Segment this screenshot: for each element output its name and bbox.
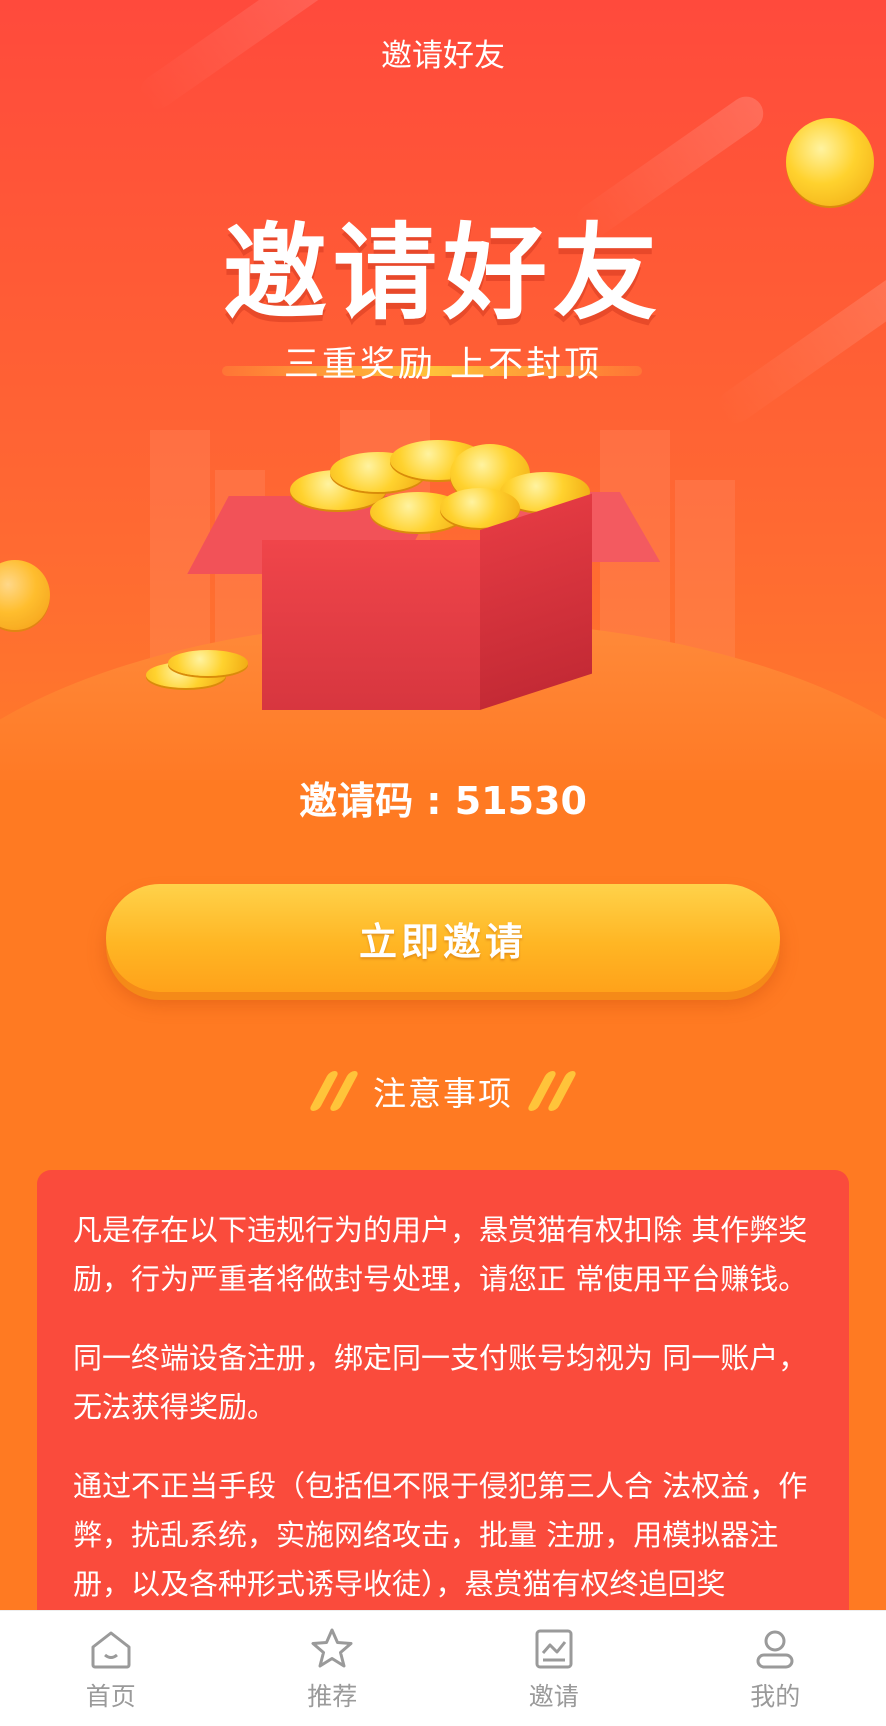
page-title: 邀请好友 [0, 30, 886, 75]
decor-slashes [319, 1071, 349, 1111]
tab-label: 邀请 [529, 1677, 579, 1713]
tab-mine[interactable]: 我的 [665, 1611, 886, 1726]
tab-recommend[interactable]: 推荐 [222, 1611, 444, 1726]
notice-paragraph: 同一终端设备注册，绑定同一支付账号均视为 同一账户，无法获得奖励。 [73, 1334, 813, 1432]
hero-banner [0, 0, 886, 780]
tab-label: 首页 [86, 1677, 136, 1713]
star-icon [308, 1625, 356, 1673]
gift-box-side [480, 494, 592, 710]
gift-box [262, 540, 480, 710]
invite-chart-icon [530, 1625, 578, 1673]
bottom-tab-bar: 首页 推荐 邀请 我的 [0, 1610, 886, 1726]
hero-subheadline: 三重奖励 上不封顶 [0, 336, 886, 387]
decor-slashes [537, 1071, 567, 1111]
notice-paragraph: 凡是存在以下违规行为的用户，悬赏猫有权扣除 其作弊奖励，行为严重者将做封号处理，… [73, 1206, 813, 1304]
coin-icon [168, 650, 248, 676]
notice-title: 注意事项 [373, 1067, 513, 1115]
invite-now-button[interactable]: 立即邀请 [106, 884, 780, 992]
invite-code: 邀请码 : 51530 [0, 770, 886, 825]
hero-headline: 邀请好友 [0, 188, 886, 339]
coin-icon [0, 560, 50, 630]
tab-label: 我的 [750, 1677, 800, 1713]
notice-paragraph: 通过不正当手段（包括但不限于侵犯第三人合 法权益，作弊，扰乱系统，实施网络攻击，… [73, 1462, 813, 1609]
tab-home[interactable]: 首页 [0, 1611, 222, 1726]
notice-header: 注意事项 [0, 1066, 886, 1116]
user-icon [751, 1625, 799, 1673]
tab-label: 推荐 [307, 1677, 357, 1713]
home-icon [87, 1625, 135, 1673]
tab-invite[interactable]: 邀请 [443, 1611, 665, 1726]
notice-card: 凡是存在以下违规行为的用户，悬赏猫有权扣除 其作弊奖励，行为严重者将做封号处理，… [37, 1170, 849, 1640]
